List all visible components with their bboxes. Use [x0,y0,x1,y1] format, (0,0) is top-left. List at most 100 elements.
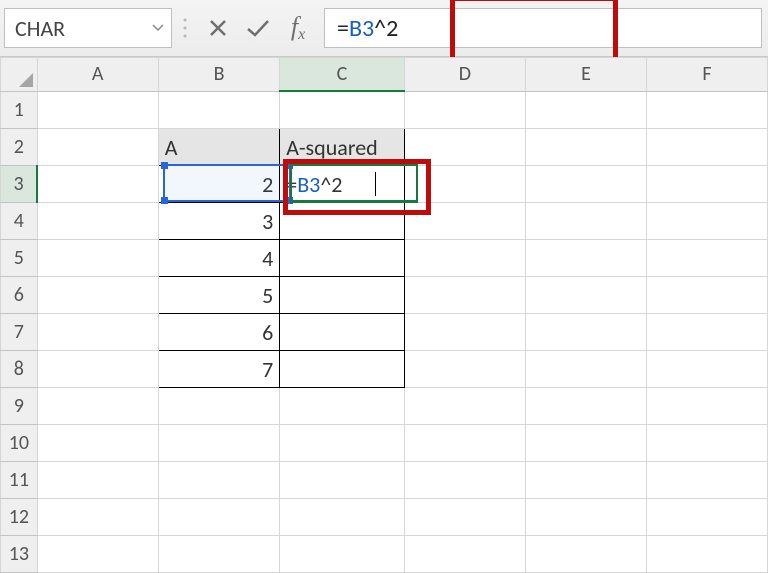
cell[interactable] [404,91,525,129]
cell[interactable] [525,351,646,388]
column-header[interactable]: F [646,58,767,92]
cell[interactable] [404,166,525,203]
cell[interactable] [280,277,405,314]
cell[interactable] [37,536,158,573]
cell[interactable] [37,388,158,425]
cell[interactable] [404,425,525,462]
column-header[interactable]: E [525,58,646,92]
cell[interactable] [280,425,405,462]
cell[interactable] [280,462,405,499]
cell[interactable] [280,203,405,240]
table-header-cell[interactable]: A-squared [280,129,405,166]
cell[interactable] [525,277,646,314]
cell[interactable] [158,462,279,499]
cell[interactable] [158,499,279,536]
cell[interactable] [646,462,767,499]
cell[interactable] [37,240,158,277]
cell[interactable]: 4 [158,240,279,277]
cell[interactable] [158,425,279,462]
enter-button[interactable] [238,8,278,48]
cell[interactable] [646,203,767,240]
row-header[interactable]: 13 [1,536,38,573]
row-header[interactable]: 9 [1,388,38,425]
cell[interactable] [280,240,405,277]
select-all-corner[interactable] [1,58,38,92]
row-header[interactable]: 8 [1,351,38,388]
row-header[interactable]: 6 [1,277,38,314]
cell[interactable] [404,388,525,425]
cell[interactable] [525,203,646,240]
cell[interactable] [404,462,525,499]
cell[interactable] [280,314,405,351]
cell[interactable] [37,166,158,203]
cell[interactable] [404,351,525,388]
cell[interactable] [280,536,405,573]
cell[interactable] [525,499,646,536]
cell[interactable] [37,351,158,388]
cell[interactable] [404,277,525,314]
column-header[interactable]: A [37,58,158,92]
cell[interactable] [404,499,525,536]
cell[interactable] [646,351,767,388]
row-header[interactable]: 1 [1,91,38,129]
cell[interactable] [37,462,158,499]
cell[interactable] [158,388,279,425]
cell[interactable] [37,91,158,129]
cell[interactable]: 3 [158,203,279,240]
cell[interactable] [37,314,158,351]
cell[interactable] [404,240,525,277]
row-header[interactable]: 5 [1,240,38,277]
row-header[interactable]: 2 [1,129,38,166]
cell[interactable] [646,499,767,536]
cell[interactable] [525,314,646,351]
row-header[interactable]: 4 [1,203,38,240]
cell[interactable]: 7 [158,351,279,388]
cell[interactable] [525,388,646,425]
cell[interactable] [37,277,158,314]
cell[interactable] [525,240,646,277]
cell[interactable] [404,129,525,166]
cell[interactable] [37,425,158,462]
cell[interactable]: 5 [158,277,279,314]
cell[interactable] [404,203,525,240]
formula-input[interactable]: =B3^2 [324,8,762,48]
cell[interactable] [525,425,646,462]
cell[interactable] [37,499,158,536]
cell[interactable] [525,462,646,499]
column-header[interactable]: B [158,58,279,92]
name-box-dropdown-icon[interactable] [145,9,171,47]
column-header[interactable]: D [404,58,525,92]
cell[interactable] [646,388,767,425]
cell[interactable] [646,91,767,129]
row-header[interactable]: 3 [1,166,38,203]
row-header[interactable]: 11 [1,462,38,499]
cell[interactable] [280,388,405,425]
cell[interactable] [646,536,767,573]
cell[interactable] [37,129,158,166]
column-header[interactable]: C [280,58,405,92]
cell[interactable] [280,499,405,536]
cell[interactable] [404,536,525,573]
insert-function-button[interactable]: fx [278,8,318,48]
cell[interactable] [646,240,767,277]
cell[interactable] [158,91,279,129]
cell[interactable] [280,351,405,388]
cell[interactable] [646,166,767,203]
cell[interactable] [525,129,646,166]
table-header-cell[interactable]: A [158,129,279,166]
cell[interactable] [525,536,646,573]
cancel-button[interactable] [198,8,238,48]
name-box-resize-handle-icon[interactable] [172,0,198,56]
cell[interactable] [525,166,646,203]
row-header[interactable]: 7 [1,314,38,351]
cell[interactable] [646,425,767,462]
cell[interactable] [37,203,158,240]
row-header[interactable]: 10 [1,425,38,462]
cell[interactable] [280,91,405,129]
cell[interactable] [646,314,767,351]
cell[interactable] [404,314,525,351]
name-box[interactable]: CHAR [4,8,172,48]
cell[interactable] [646,129,767,166]
cell[interactable] [158,536,279,573]
row-header[interactable]: 12 [1,499,38,536]
